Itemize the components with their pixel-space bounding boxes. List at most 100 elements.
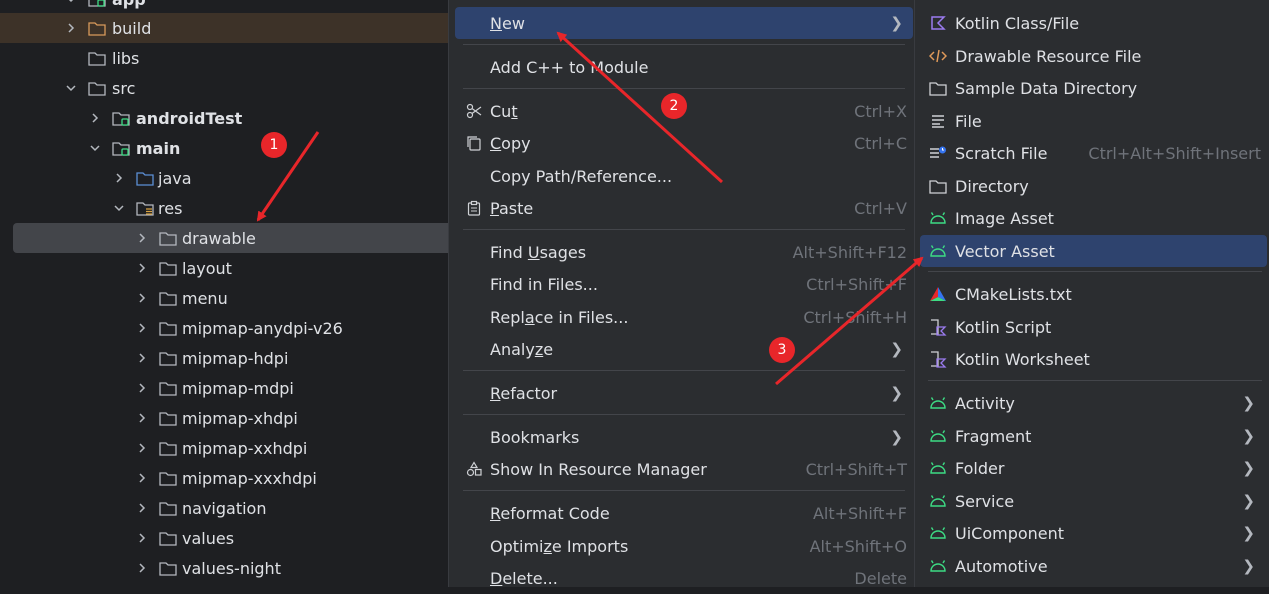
menu-item-copy-path[interactable]: Copy Path/Reference... [455, 160, 913, 192]
submenu-item-sample-data-directory[interactable]: Sample Data Directory [920, 72, 1267, 104]
tree-item-layout[interactable]: layout [0, 253, 448, 283]
submenu-item-label: Folder [955, 458, 1005, 478]
tree-item-mipmap-anydpi-v26[interactable]: mipmap-anydpi-v26 [0, 313, 448, 343]
chevron-right-icon[interactable] [135, 531, 149, 545]
tree-item-res[interactable]: res [0, 193, 448, 223]
submenu-item-fragment[interactable]: Fragment ❯ [920, 420, 1267, 452]
menu-item-optimize-imports[interactable]: Optimize Imports Alt+Shift+O [455, 530, 913, 562]
menu-item-add-cpp[interactable]: Add C++ to Module [455, 51, 913, 83]
tree-item-mipmap-mdpi[interactable]: mipmap-mdpi [0, 373, 448, 403]
chevron-down-icon[interactable] [64, 0, 78, 6]
chevron-down-icon[interactable] [64, 81, 78, 95]
chevron-right-icon[interactable] [135, 441, 149, 455]
menu-separator [463, 370, 905, 371]
chevron-down-icon[interactable] [88, 141, 102, 155]
tree-item-mipmap-xxhdpi[interactable]: mipmap-xxhdpi [0, 433, 448, 463]
submenu-item-kotlin-script[interactable]: Kotlin Script [920, 311, 1267, 343]
shortcut: Ctrl+Shift+T [805, 459, 907, 479]
chevron-right-icon[interactable] [135, 351, 149, 365]
chevron-right-icon[interactable] [135, 471, 149, 485]
submenu-item-service[interactable]: Service ❯ [920, 485, 1267, 517]
chevron-right-icon[interactable] [135, 381, 149, 395]
tree-item-values-night[interactable]: values-night [0, 553, 448, 583]
tree-item-label: menu [182, 288, 228, 308]
menu-item-new[interactable]: New ❯ [455, 7, 913, 39]
kotlin-icon [929, 14, 947, 32]
chevron-right-icon[interactable] [112, 171, 126, 185]
tree-item-src[interactable]: src [0, 73, 448, 103]
chevron-right-icon[interactable] [135, 561, 149, 575]
submenu-item-file[interactable]: File [920, 105, 1267, 137]
text-file-icon [929, 112, 947, 130]
tree-item-mipmap-xhdpi[interactable]: mipmap-xhdpi [0, 403, 448, 433]
submenu-item-directory[interactable]: Directory [920, 170, 1267, 202]
tree-item-libs[interactable]: libs [0, 43, 448, 73]
submenu-item-image-asset[interactable]: Image Asset [920, 202, 1267, 234]
menu-item-label: Cut [490, 101, 518, 121]
tree-item-build[interactable]: build [0, 13, 448, 43]
chevron-right-icon[interactable] [135, 261, 149, 275]
folder-icon [929, 79, 947, 97]
menu-item-find-usages[interactable]: Find Usages Alt+Shift+F12 [455, 236, 913, 268]
chevron-right-icon[interactable] [135, 321, 149, 335]
submenu-item-scratch-file[interactable]: Scratch File Ctrl+Alt+Shift+Insert [920, 137, 1267, 169]
chevron-right-icon[interactable] [135, 231, 149, 245]
tree-item-java[interactable]: java [0, 163, 448, 193]
menu-item-replace-in-files[interactable]: Replace in Files... Ctrl+Shift+H [455, 301, 913, 333]
mnemonic: N [490, 13, 502, 33]
menu-item-find-in-files[interactable]: Find in Files... Ctrl+Shift+F [455, 268, 913, 300]
context-menu: New ❯ Add C++ to Module Cut Ctrl+X Copy … [448, 0, 915, 588]
menu-item-label: Refactor [490, 383, 558, 403]
tree-item-label: mipmap-hdpi [182, 348, 289, 368]
tree-item-menu[interactable]: menu [0, 283, 448, 313]
menu-item-reformat-code[interactable]: Reformat Code Alt+Shift+F [455, 497, 913, 529]
menu-item-label: Copy [490, 133, 531, 153]
menu-item-label: Replace in Files... [490, 307, 629, 327]
kotlin-script-icon [929, 350, 947, 368]
menu-item-label: Bookmarks [490, 427, 580, 447]
submenu-item-label: Scratch File [955, 143, 1048, 163]
submenu-item-automotive[interactable]: Automotive ❯ [920, 550, 1267, 582]
submenu-arrow-icon: ❯ [890, 340, 903, 358]
chevron-right-icon[interactable] [64, 21, 78, 35]
chevron-right-icon[interactable] [88, 111, 102, 125]
submenu-item-drawable-resource-file[interactable]: Drawable Resource File [920, 40, 1267, 72]
tree-item-navigation[interactable]: navigation [0, 493, 448, 523]
tree-item-androidtest[interactable]: androidTest [0, 103, 448, 133]
tree-item-main[interactable]: main [0, 133, 448, 163]
kotlin-script-icon [929, 318, 947, 336]
source-set-folder-icon [112, 140, 130, 156]
folder-icon [159, 530, 177, 546]
submenu-item-activity[interactable]: Activity ❯ [920, 387, 1267, 419]
menu-item-delete[interactable]: Delete... Delete [455, 562, 913, 594]
menu-item-refactor[interactable]: Refactor ❯ [455, 377, 913, 409]
android-icon [929, 427, 947, 445]
tree-item-app[interactable]: app [0, 0, 448, 14]
submenu-item-folder[interactable]: Folder ❯ [920, 452, 1267, 484]
tree-item-label: java [158, 168, 192, 188]
menu-item-copy[interactable]: Copy Ctrl+C [455, 127, 913, 159]
tree-item-drawable[interactable]: drawable [13, 223, 448, 253]
tree-item-label: main [136, 138, 181, 158]
submenu-item-kotlin-worksheet[interactable]: Kotlin Worksheet [920, 343, 1267, 375]
folder-icon [159, 500, 177, 516]
chevron-right-icon[interactable] [135, 291, 149, 305]
chevron-down-icon[interactable] [112, 201, 126, 215]
tree-item-label: mipmap-xhdpi [182, 408, 298, 428]
chevron-right-icon[interactable] [135, 501, 149, 515]
tree-item-values[interactable]: values [0, 523, 448, 553]
menu-item-show-in-resource-manager[interactable]: Show In Resource Manager Ctrl+Shift+T [455, 453, 913, 485]
mnemonic: R [490, 503, 501, 523]
chevron-right-icon[interactable] [135, 411, 149, 425]
menu-item-analyze[interactable]: Analyze ❯ [455, 333, 913, 365]
submenu-item-vector-asset[interactable]: Vector Asset [920, 235, 1267, 267]
submenu-item-label: Drawable Resource File [955, 46, 1142, 66]
submenu-item-kotlin-class-file[interactable]: Kotlin Class/File [920, 7, 1267, 39]
menu-item-paste[interactable]: Paste Ctrl+V [455, 192, 913, 224]
menu-item-bookmarks[interactable]: Bookmarks ❯ [455, 421, 913, 453]
android-icon [929, 209, 947, 227]
submenu-item-uicomponent[interactable]: UiComponent ❯ [920, 517, 1267, 549]
submenu-item-cmakelists[interactable]: CMakeLists.txt [920, 278, 1267, 310]
tree-item-mipmap-hdpi[interactable]: mipmap-hdpi [0, 343, 448, 373]
tree-item-mipmap-xxxhdpi[interactable]: mipmap-xxxhdpi [0, 463, 448, 493]
